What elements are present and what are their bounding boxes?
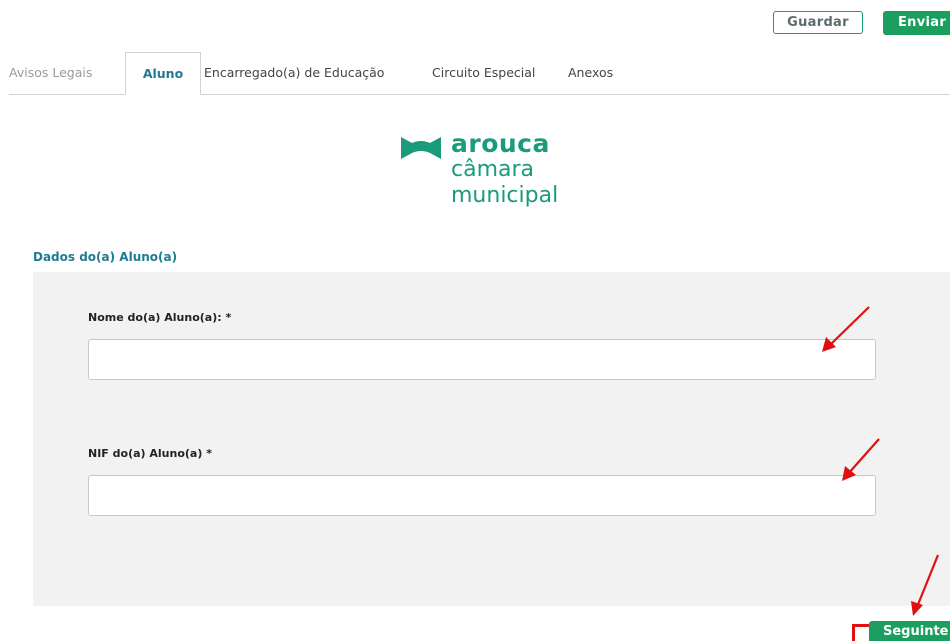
- tab-circuito-especial[interactable]: Circuito Especial: [432, 52, 535, 94]
- submit-button[interactable]: Enviar: [883, 11, 950, 35]
- tab-anexos[interactable]: Anexos: [568, 52, 613, 94]
- student-name-input[interactable]: [88, 339, 876, 380]
- logo-subtitle-line1: câmara: [451, 157, 535, 182]
- tab-encarregado-educacao[interactable]: Encarregado(a) de Educação: [204, 52, 384, 94]
- logo-subtitle-line2: municipal: [451, 183, 559, 208]
- annotation-arrow-next: [911, 554, 940, 616]
- next-button-text: Seguinte: [883, 624, 949, 639]
- tab-bar: Avisos Legais Aluno Encarregado(a) de Ed…: [9, 52, 950, 95]
- form-page: Guardar Enviar Avisos Legais Aluno Encar…: [0, 0, 950, 641]
- tab-avisos-legais[interactable]: Avisos Legais: [9, 52, 92, 94]
- student-name-label: Nome do(a) Aluno(a): *: [88, 311, 232, 324]
- annotation-arrow-nif: [842, 438, 880, 481]
- next-button-visible[interactable]: Seguinte: [869, 621, 950, 641]
- section-title: Dados do(a) Aluno(a): [33, 250, 178, 264]
- student-nif-label: NIF do(a) Aluno(a) *: [88, 447, 212, 460]
- arouca-logo-icon: [401, 137, 441, 159]
- save-button[interactable]: Guardar: [773, 11, 863, 34]
- logo-wordmark: arouca: [451, 129, 550, 158]
- annotation-arrow-name: [822, 306, 870, 352]
- student-nif-input[interactable]: [88, 475, 876, 516]
- tab-aluno[interactable]: Aluno: [125, 52, 201, 95]
